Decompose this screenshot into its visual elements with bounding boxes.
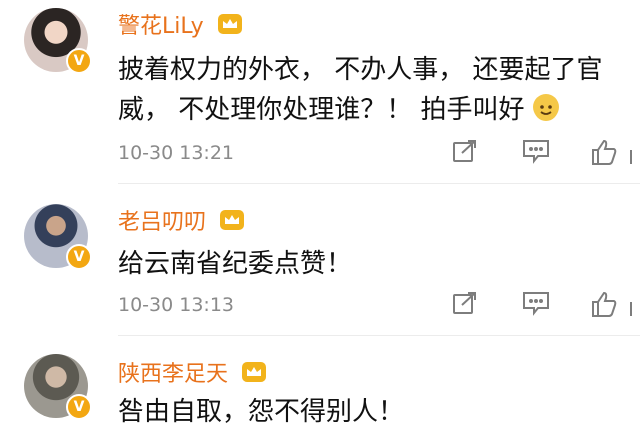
comment-text: 披着权力的外衣， 不办人事， 还要起了官 威， 不处理你处理谁？！ 拍手叫好 bbox=[118, 50, 628, 130]
comment-actions bbox=[440, 138, 640, 172]
comment-text: 咎由自取，怨不得别人！ bbox=[118, 392, 628, 432]
author-name-text: 老吕叨叨 bbox=[118, 210, 207, 235]
comment-actions bbox=[440, 290, 640, 324]
comment-icon[interactable] bbox=[522, 290, 550, 320]
comment-time: 10-30 13:13 bbox=[118, 294, 235, 316]
like-icon[interactable] bbox=[628, 138, 640, 170]
like-icon[interactable] bbox=[628, 290, 640, 322]
comment-time: 10-30 13:21 bbox=[118, 142, 235, 164]
like-icon[interactable] bbox=[590, 290, 618, 322]
comment-author-name[interactable]: 老吕叨叨 bbox=[118, 204, 245, 237]
verified-badge: V bbox=[66, 48, 92, 74]
author-name-text: 陕西李足天 bbox=[118, 362, 229, 387]
avatar[interactable]: V bbox=[24, 204, 92, 270]
crown-badge-icon bbox=[219, 209, 245, 237]
avatar[interactable]: V bbox=[24, 8, 92, 74]
share-icon[interactable] bbox=[452, 290, 478, 320]
verified-badge: V bbox=[66, 244, 92, 270]
comment-author-name[interactable]: 陕西李足天 bbox=[118, 356, 267, 389]
comment-author-name[interactable]: 警花LiLy bbox=[118, 8, 243, 41]
verified-badge: V bbox=[66, 394, 92, 420]
share-icon[interactable] bbox=[452, 138, 478, 168]
comment-text-line: 披着权力的外衣， 不办人事， 还要起了官 bbox=[118, 55, 603, 85]
comment-text-line: 威， 不处理你处理谁？！ 拍手叫好 bbox=[118, 90, 628, 130]
divider bbox=[118, 335, 640, 336]
avatar[interactable]: V bbox=[24, 354, 92, 420]
comment-icon[interactable] bbox=[522, 138, 550, 168]
comment-text: 给云南省纪委点赞！ bbox=[118, 244, 628, 284]
comment-text-line: 咎由自取，怨不得别人！ bbox=[118, 397, 405, 427]
comment-text-line: 给云南省纪委点赞！ bbox=[118, 249, 353, 279]
like-icon[interactable] bbox=[590, 138, 618, 170]
author-name-text: 警花LiLy bbox=[118, 14, 204, 39]
crown-badge-icon bbox=[217, 13, 243, 41]
crown-badge-icon bbox=[241, 361, 267, 389]
clap-emoji-icon bbox=[532, 94, 559, 121]
divider bbox=[118, 183, 640, 184]
comment-text-span: 威， 不处理你处理谁？！ 拍手叫好 bbox=[118, 95, 525, 125]
